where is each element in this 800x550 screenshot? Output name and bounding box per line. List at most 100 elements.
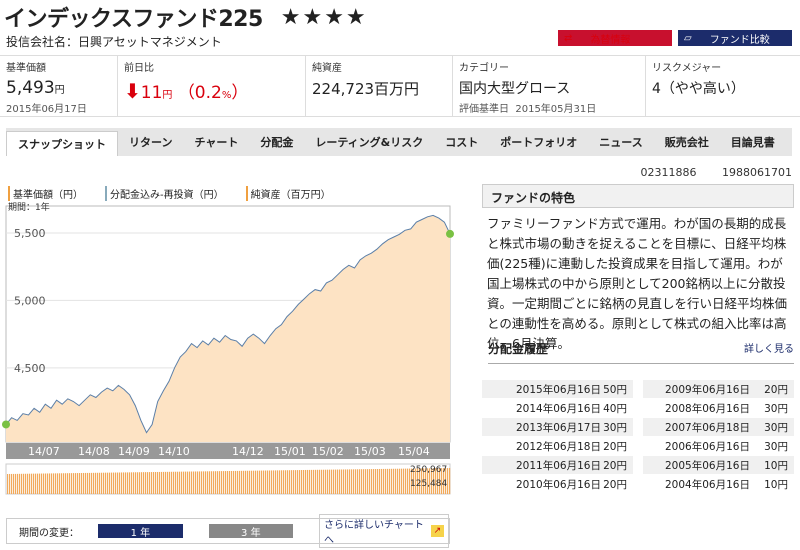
distribution-amount: 30円 [764, 402, 788, 415]
assets-bar [383, 468, 385, 494]
assets-bar [257, 470, 259, 494]
assets-bar [49, 473, 51, 494]
period-3y-button[interactable]: 3 年 [208, 524, 294, 539]
assets-bar [137, 472, 139, 494]
assets-bar [169, 471, 171, 494]
distribution-row: 2004年06月16日 10円 [643, 475, 794, 494]
assets-bar [181, 471, 183, 494]
assets-bar [41, 473, 43, 494]
assets-bar [273, 470, 275, 494]
distribution-date: 2007年06月18日 [665, 421, 750, 434]
fund-compare-button[interactable]: ▱ ファンド比較 [678, 30, 792, 46]
tab-news[interactable]: ニュース [588, 128, 653, 156]
assets-bar [131, 472, 133, 494]
period-1y-button[interactable]: 1 年 [98, 524, 183, 539]
assets-bar [339, 469, 341, 494]
assets-bar [75, 473, 77, 494]
assets-bar [23, 473, 25, 494]
feature-text: ファミリーファンド方式で運用。わが国の長期的成長と株式市場の動きを捉えることを目… [487, 216, 788, 351]
nav-date: 2015年06月17日 [6, 104, 87, 115]
assets-bar [219, 471, 221, 494]
distribution-row: 2014年06月16日 40円 [482, 399, 633, 418]
assets-bar [269, 470, 271, 494]
assets-bar [123, 472, 125, 494]
assets-bar [393, 468, 395, 494]
assets-bar [67, 473, 69, 494]
assets-bar [47, 473, 49, 494]
assets-bar [151, 472, 153, 494]
assets-bar [407, 468, 409, 494]
assets-bar [165, 471, 167, 494]
assets-bar [391, 468, 393, 494]
distribution-date: 2011年06月16日 [516, 459, 601, 472]
distribution-column-left: 2015年06月16日 50円 2014年06月16日 40円 2013年06月17日 3… [482, 380, 633, 494]
detailed-chart-link[interactable]: さらに詳しいチャートへ ↗ [319, 514, 449, 548]
tab-cost[interactable]: コスト [434, 128, 489, 156]
assets-bar [209, 471, 211, 494]
assets-bar [343, 469, 345, 494]
assets-bar [111, 472, 113, 494]
assets-bar [73, 473, 75, 494]
assets-bar [45, 473, 47, 494]
assets-bar [325, 469, 327, 494]
assets-mid-label: 125,484 [410, 479, 447, 489]
assets-bar [193, 471, 195, 494]
assets-bar [107, 472, 109, 494]
exchange-info-button[interactable]: ⇄ 為替情報 [558, 30, 672, 46]
assets-bar [367, 469, 369, 494]
exchange-info-label: 為替情報 [590, 34, 631, 46]
assets-bar [267, 470, 269, 494]
assets-bar [309, 469, 311, 494]
assets-bar [19, 473, 21, 494]
assets-bar [139, 472, 141, 494]
tab-distribution[interactable]: 分配金 [249, 128, 304, 156]
nav-number: 5,493 [6, 78, 55, 98]
assets-bar [101, 472, 103, 494]
assets-bar [83, 472, 85, 494]
assets-bar [293, 470, 295, 494]
tab-snapshot[interactable]: スナップショット [6, 131, 118, 156]
tab-rating-risk[interactable]: レーティング&リスク [304, 128, 434, 156]
tab-return[interactable]: リターン [118, 128, 183, 156]
assets-bar [225, 471, 227, 494]
assets-bar [103, 472, 105, 494]
distribution-row: 2007年06月18日 30円 [643, 418, 794, 437]
distribution-amount: 10円 [764, 478, 788, 491]
tab-sellers[interactable]: 販売会社 [654, 128, 720, 156]
assets-bar [175, 471, 177, 494]
distribution-row: 2006年06月16日 30円 [643, 437, 794, 456]
assets-bar [287, 470, 289, 494]
tab-chart[interactable]: チャート [183, 128, 249, 156]
assets-bar [161, 471, 163, 494]
assets-bar [203, 471, 205, 494]
assets-bar [9, 473, 11, 494]
x-tick-label: 14/10 [158, 445, 190, 458]
assets-bar [359, 469, 361, 494]
assets-bar [251, 470, 253, 494]
distribution-column-right: 2009年06月16日 20円 2008年06月16日 30円 2007年06月18日 3… [643, 380, 794, 494]
assets-bar [29, 473, 31, 494]
assets-bar [13, 473, 15, 494]
price-chart[interactable]: 5,5005,0004,5004,000期間：1年14/0714/0814/09… [0, 198, 456, 498]
assets-bar [355, 469, 357, 494]
assets-bar [141, 472, 143, 494]
assets-bar [245, 470, 247, 494]
assets-bar [133, 472, 135, 494]
assets-bar [271, 470, 273, 494]
distribution-more-link[interactable]: 詳しく見る [744, 340, 794, 357]
assets-bar [229, 471, 231, 494]
assets-bar [351, 469, 353, 494]
assets-bar [375, 469, 377, 494]
distribution-row: 2011年06月16日 20円 [482, 456, 633, 475]
assets-bar [247, 470, 249, 494]
y-tick-label: 5,000 [14, 294, 46, 307]
assets-bar [117, 472, 119, 494]
assets-bar [59, 473, 61, 494]
risk-label: リスクメジャー [652, 63, 722, 74]
period-selector: 期間の変更： 1 年 3 年 さらに詳しいチャートへ ↗ [6, 514, 450, 548]
chart-icon: ↗ [430, 525, 444, 537]
tab-prospectus[interactable]: 目論見書 [720, 128, 786, 156]
assets-bar [201, 471, 203, 494]
assets-bar [379, 468, 381, 494]
tab-portfolio[interactable]: ポートフォリオ [489, 128, 588, 156]
